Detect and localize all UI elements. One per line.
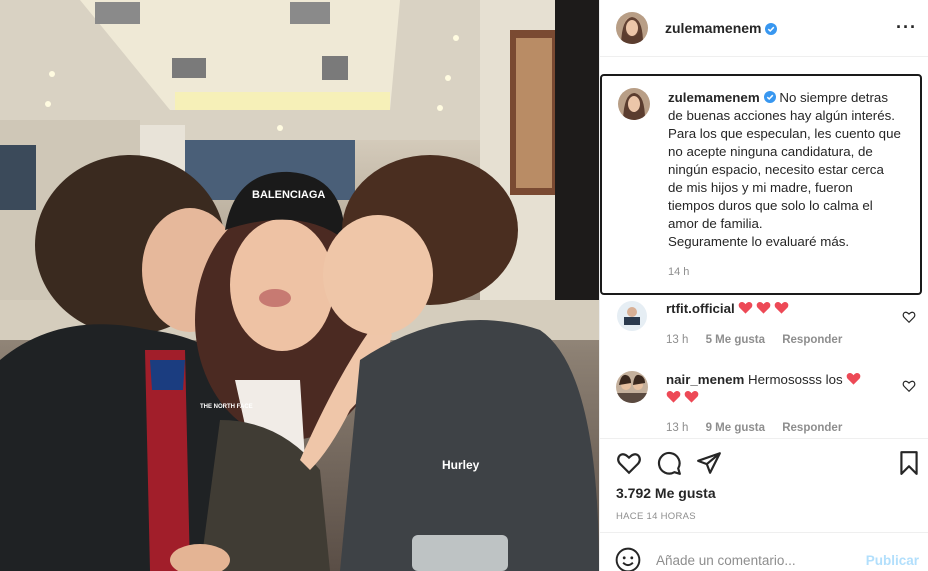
caption-line: amor de familia. xyxy=(668,216,763,231)
caption-author-avatar[interactable] xyxy=(618,88,650,120)
instagram-post-view: BALENCIAGA Hurley THE NORTH FACE zulemam… xyxy=(0,0,928,571)
caption-line: Para los que especulan, les cuento que xyxy=(668,126,901,141)
caption-line: de buenas acciones hay algún interés. xyxy=(668,108,895,123)
comment-likes[interactable]: 5 Me gusta xyxy=(706,334,765,346)
author-avatar[interactable] xyxy=(616,12,648,44)
publish-button[interactable]: Publicar xyxy=(866,553,919,568)
bookmark-icon[interactable] xyxy=(896,450,922,476)
heart-emoji-icon xyxy=(846,372,861,385)
jacket-brand-text: THE NORTH FACE xyxy=(200,404,253,410)
comment-meta: 13 h 5 Me gusta Responder xyxy=(666,334,856,346)
post-side-panel: zulemamenem ··· zulemamenem No siempre d… xyxy=(599,0,928,571)
comment-meta: 13 h 9 Me gusta Responder xyxy=(666,422,856,434)
comment-icon[interactable] xyxy=(656,450,682,476)
post-time-ago[interactable]: HACE 14 HORAS xyxy=(616,511,696,522)
caption-line: Seguramente lo evaluaré más. xyxy=(668,234,850,249)
comment-hearts xyxy=(738,301,792,316)
caption-line: no acepte ninguna candidatura, de xyxy=(668,144,873,159)
share-icon[interactable] xyxy=(696,450,722,476)
heart-icon[interactable] xyxy=(616,450,642,476)
commenter-avatar[interactable] xyxy=(616,300,648,332)
post-header: zulemamenem ··· xyxy=(600,0,928,57)
caption-line: ningún espacio, necesito estar cerca xyxy=(668,162,884,177)
likes-count[interactable]: 3.792 Me gusta xyxy=(616,485,716,501)
comment-reply-button[interactable]: Responder xyxy=(782,334,842,346)
comment-text: rtfit.official xyxy=(666,300,886,318)
comment-username[interactable]: nair_menem xyxy=(666,372,744,387)
actions-divider xyxy=(600,438,928,439)
caption-line: de mis hijos y mi madre, fueron xyxy=(668,180,853,195)
caption-line: tiempos duros que solo lo calma el xyxy=(668,198,873,213)
author-username[interactable]: zulemamenem xyxy=(665,20,761,36)
post-photo-illustration: BALENCIAGA Hurley THE NORTH FACE xyxy=(0,0,599,571)
comment-input[interactable] xyxy=(656,553,856,568)
caption-username[interactable]: zulemamenem xyxy=(668,90,760,105)
post-photo[interactable]: BALENCIAGA Hurley THE NORTH FACE xyxy=(0,0,599,571)
comment-like-heart-icon[interactable] xyxy=(902,310,916,324)
comment-text: nair_menem Hermososss los xyxy=(666,371,886,407)
verified-badge-icon xyxy=(765,22,778,35)
caption-text: zulemamenem No siempre detras de buenas … xyxy=(668,89,914,251)
emoji-icon[interactable] xyxy=(615,547,641,571)
commenter-avatar[interactable] xyxy=(616,371,648,403)
shirt-brand-text: Hurley xyxy=(442,458,480,472)
cap-text: BALENCIAGA xyxy=(252,189,325,201)
comment-reply-button[interactable]: Responder xyxy=(782,422,842,434)
comment-time[interactable]: 13 h xyxy=(666,422,688,434)
caption-line: No siempre detras xyxy=(779,90,888,105)
heart-emoji-icon xyxy=(684,390,699,403)
heart-emoji-icon xyxy=(666,390,681,403)
caption-timestamp[interactable]: 14 h xyxy=(668,266,689,278)
more-options-icon[interactable]: ··· xyxy=(896,17,917,37)
caption-verified-badge-icon xyxy=(763,91,776,103)
comment-item: rtfit.official 13 h 5 Me gusta Responder xyxy=(616,300,916,352)
comment-like-heart-icon[interactable] xyxy=(902,379,916,393)
comment-username[interactable]: rtfit.official xyxy=(666,301,735,316)
comment-item: nair_menem Hermososss los 13 h 9 Me gust… xyxy=(616,371,916,437)
comment-body: Hermososss los xyxy=(748,372,843,387)
comment-time[interactable]: 13 h xyxy=(666,334,688,346)
caption-block: zulemamenem No siempre detras de buenas … xyxy=(600,74,922,295)
comment-likes[interactable]: 9 Me gusta xyxy=(706,422,765,434)
comment-composer: Publicar xyxy=(600,532,928,571)
